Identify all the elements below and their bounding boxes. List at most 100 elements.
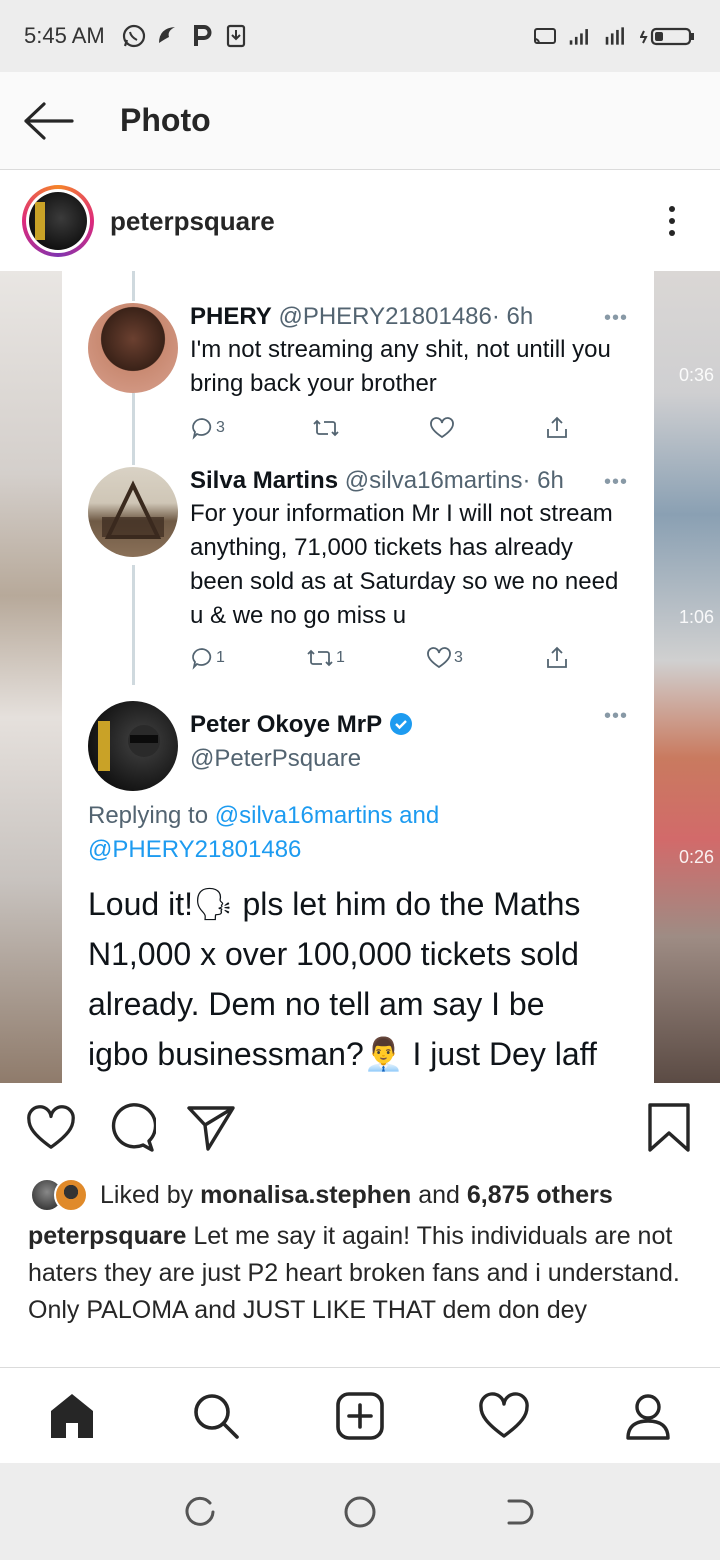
tweet-avatar: [88, 701, 178, 791]
like-count: 3: [454, 649, 463, 666]
video-timestamp: 0:26: [678, 847, 714, 867]
reply-count: 1: [216, 649, 225, 666]
page-title: Photo: [120, 102, 211, 138]
tweet-author-handle: @PeterPsquare: [190, 745, 362, 772]
tweet-avatar: [88, 467, 178, 557]
recents-icon: [185, 1496, 215, 1526]
liked-by-others[interactable]: 6,875 others: [467, 1181, 613, 1209]
like-icon: [427, 647, 451, 669]
nav-home[interactable]: [42, 1386, 102, 1446]
battery-icon: [640, 23, 696, 49]
tweet-time: · 6h: [491, 303, 534, 330]
reply-icon: [192, 418, 212, 440]
tweet-text: For your information Mr I will not strea…: [190, 500, 619, 629]
arrow-left-icon: [24, 101, 74, 140]
system-navigation-bar: [0, 1463, 720, 1560]
dot-icon: [669, 206, 675, 212]
reply-icon: [192, 648, 212, 670]
nav-activity[interactable]: [474, 1386, 534, 1446]
main-tweet-text: Loud it!🗣 pls let him do the Maths N1,00…: [88, 886, 597, 1072]
bookmark-icon: [648, 1103, 690, 1152]
tweet-item: PHERY @PHERY21801486· 6h I'm not streami…: [62, 303, 654, 463]
dot-icon: [669, 218, 675, 224]
tweet-actions: 3: [190, 415, 570, 441]
tweet-author-handle: @PHERY21801486: [278, 303, 492, 330]
more-options-button[interactable]: [642, 191, 702, 251]
liked-by-user[interactable]: monalisa.stephen: [200, 1181, 411, 1209]
post-header: peterpsquare: [0, 171, 720, 271]
download-icon: [223, 23, 249, 49]
house-icon: [102, 480, 164, 539]
post-author-username[interactable]: peterpsquare: [110, 206, 275, 237]
dot-icon: [669, 230, 675, 236]
cast-icon: [532, 23, 558, 49]
app-header: Photo: [0, 72, 720, 170]
recent-apps-button[interactable]: [176, 1488, 224, 1536]
home-circle-icon: [344, 1496, 376, 1527]
more-icon: •••: [603, 471, 628, 493]
retweet-icon: [313, 419, 339, 437]
tweet-author-name: PHERY: [190, 303, 272, 330]
send-icon: [187, 1106, 235, 1151]
tweet-author-handle: @silva16martins: [344, 467, 523, 494]
photo-background-left: [0, 271, 62, 1083]
tweet-item: Silva Martins @silva16martins· 6h For yo…: [62, 467, 654, 677]
status-time: 5:45 AM: [24, 23, 105, 48]
status-bar: 5:45 AM: [0, 0, 720, 72]
save-button[interactable]: [644, 1103, 694, 1153]
mention-link: and: [399, 802, 440, 829]
comment-button[interactable]: [106, 1103, 156, 1153]
share-icon: [547, 416, 567, 438]
verified-badge-icon: [389, 713, 412, 735]
nav-profile[interactable]: [618, 1386, 678, 1446]
like-button[interactable]: [26, 1103, 76, 1153]
p-icon: [189, 23, 215, 49]
heart-icon: [479, 1391, 529, 1438]
home-button[interactable]: [336, 1488, 384, 1536]
caption-text-line: Only PALOMA and JUST LIKE THAT dem don d…: [28, 1296, 588, 1324]
status-icons-left: [121, 23, 249, 49]
signal-icon: [604, 23, 630, 49]
video-timestamp: 0:36: [678, 365, 714, 385]
photo-background-right: 0:36 1:06 0:26: [654, 271, 720, 1083]
add-post-icon: [336, 1391, 384, 1440]
nav-new-post[interactable]: [330, 1386, 390, 1446]
main-tweet: Peter Okoye MrP @PeterPsquare ••• Replyi…: [62, 701, 654, 1083]
caption-username[interactable]: peterpsquare: [28, 1222, 186, 1250]
post-author-avatar[interactable]: [22, 185, 94, 257]
back-nav-button[interactable]: [496, 1488, 544, 1536]
avatar-image: [29, 192, 87, 250]
retweet-icon: [307, 649, 333, 667]
likes-summary[interactable]: Liked by monalisa.stephen and 6,875 othe…: [0, 1175, 720, 1215]
like-icon: [430, 417, 454, 439]
post-photo[interactable]: 0:36 1:06 0:26 PHERY @PHERY21801486· 6h …: [0, 271, 720, 1083]
post-caption: peterpsquare Let me say it again! This i…: [28, 1218, 698, 1329]
status-icons-right: [532, 23, 696, 49]
back-icon: [507, 1499, 534, 1524]
more-icon: •••: [603, 705, 628, 727]
avatar: [54, 1178, 88, 1212]
whatsapp-icon: [121, 23, 147, 49]
back-button[interactable]: [0, 72, 96, 170]
mention-link: @PHERY21801486: [88, 836, 302, 863]
comment-icon: [111, 1103, 156, 1152]
tweet-actions: 1 1 3: [190, 645, 570, 671]
thread-line: [132, 271, 135, 301]
tweet-author-name: Peter Okoye MrP: [190, 711, 383, 738]
search-icon: [194, 1393, 239, 1439]
home-icon: [51, 1393, 93, 1438]
profile-icon: [626, 1393, 670, 1440]
nav-search[interactable]: [186, 1386, 246, 1446]
tweet-author-name: Silva Martins: [190, 467, 339, 494]
vpn-icon: [155, 23, 181, 49]
replying-to: Replying to @silva16martins and @PHERY21…: [88, 802, 440, 863]
post-actions: [0, 1083, 720, 1173]
retweet-count: 1: [336, 649, 345, 666]
share-button[interactable]: [186, 1103, 236, 1153]
reply-count: 3: [216, 419, 225, 436]
tweet-text: I'm not streaming any shit, not untill y…: [190, 336, 611, 397]
video-timestamp: 1:06: [678, 607, 714, 627]
signal-icon: [568, 23, 594, 49]
tweet-time: · 6h: [522, 467, 564, 494]
bottom-navigation: [0, 1367, 720, 1463]
